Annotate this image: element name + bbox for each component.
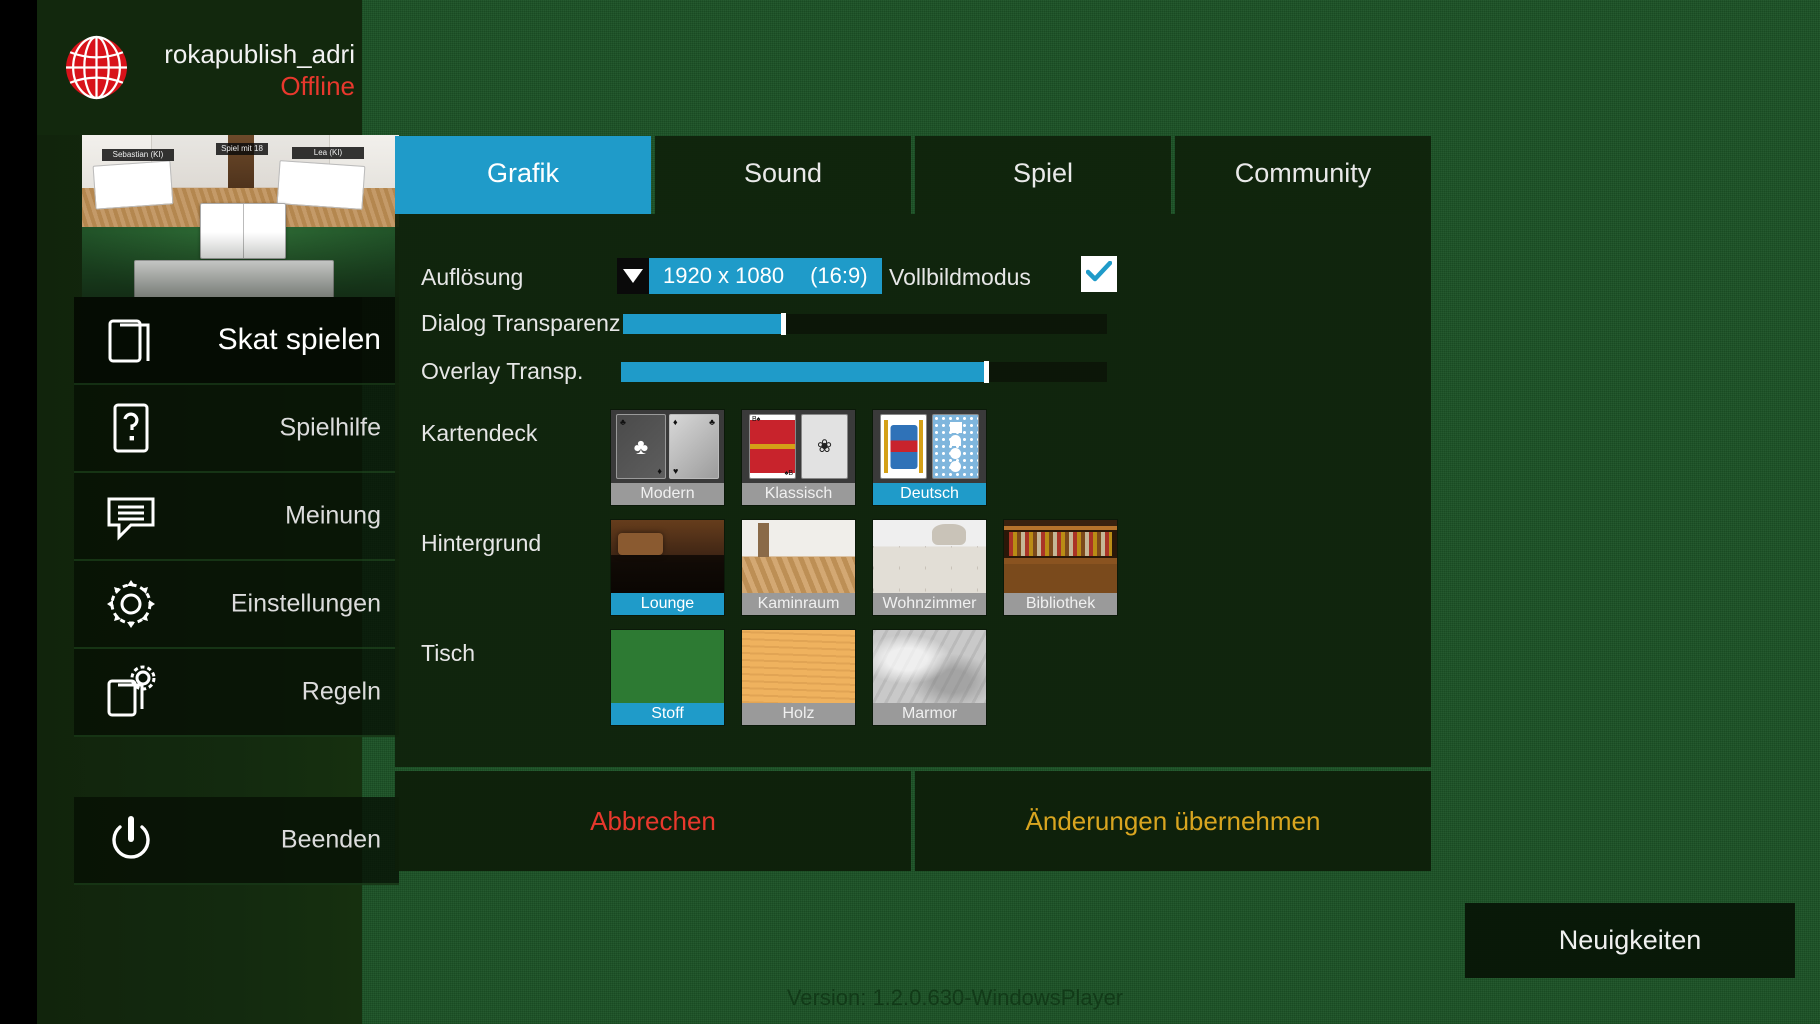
table-option-label: Stoff xyxy=(611,703,724,725)
tisch-label: Tisch xyxy=(421,640,476,666)
deck-thumb-klassisch-art: B♠ ♠B ❀ xyxy=(742,410,855,483)
deck-thumb-deutsch-art xyxy=(873,410,986,483)
checkmark-icon xyxy=(1085,260,1113,288)
tab-label: Spiel xyxy=(1012,158,1074,188)
fullscreen-checkbox[interactable] xyxy=(1081,256,1117,292)
deck-option-label: Modern xyxy=(611,483,724,505)
tab-spiel[interactable]: Spiel xyxy=(915,136,1171,214)
dialog-transparency-row: Dialog Transparenz xyxy=(421,310,1411,344)
globe-icon xyxy=(64,35,129,100)
settings-tabs: Grafik Sound Spiel Community xyxy=(395,136,1431,214)
game-preview-image: Sebastian (KI) Spiel mit 18 Lea (KI) xyxy=(82,135,399,297)
settings-body: Auflösung 1920 x 1080 (16:9) Vollbildmod… xyxy=(395,214,1431,767)
tab-label: Sound xyxy=(743,158,823,188)
sidebar-item-label: Meinung xyxy=(285,501,381,530)
cancel-button[interactable]: Abbrechen xyxy=(395,771,911,871)
left-gutter xyxy=(0,0,37,1024)
speech-bubble-icon xyxy=(102,487,160,545)
background-option-label: Wohnzimmer xyxy=(873,593,986,615)
kartendeck-label: Kartendeck xyxy=(421,420,538,446)
sidebar-item-label: Einstellungen xyxy=(230,589,381,618)
profile-header[interactable]: rokapublish_adri Offline xyxy=(37,0,362,135)
resolution-label: Auflösung xyxy=(421,264,524,290)
settings-panel: Grafik Sound Spiel Community Auflösung 1… xyxy=(395,136,1431,873)
fullscreen-label: Vollbildmodus xyxy=(889,264,1031,290)
question-card-icon xyxy=(102,399,160,457)
sidebar-item-spielhilfe[interactable]: Spielhilfe xyxy=(74,385,399,473)
table-thumb-stoff-art xyxy=(611,630,724,703)
background-option-wohnzimmer[interactable]: Wohnzimmer xyxy=(873,520,986,615)
resolution-value-text: 1920 x 1080 xyxy=(663,263,785,288)
hintergrund-label: Hintergrund xyxy=(421,530,542,556)
news-button[interactable]: Neuigkeiten xyxy=(1465,903,1795,978)
table-option-label: Holz xyxy=(742,703,855,725)
resolution-dropdown[interactable]: 1920 x 1080 (16:9) xyxy=(617,258,882,294)
background-thumb-lounge-art xyxy=(611,520,724,593)
dialog-transparency-slider[interactable] xyxy=(623,313,1107,335)
card-gear-icon xyxy=(102,663,160,721)
deck-option-label: Deutsch xyxy=(873,483,986,505)
resolution-aspect-text: (16:9) xyxy=(810,263,868,288)
resolution-value: 1920 x 1080 (16:9) xyxy=(649,258,882,294)
profile-text: rokapublish_adri Offline xyxy=(137,38,355,102)
background-option-label: Bibliothek xyxy=(1004,593,1117,615)
chevron-down-icon[interactable] xyxy=(617,258,649,294)
sidebar-item-label: Regeln xyxy=(301,677,381,706)
cancel-button-label: Abbrechen xyxy=(590,805,716,836)
sidebar-menu: Skat spielen Spielhilfe Meinung Einstell… xyxy=(74,297,399,885)
tab-label: Grafik xyxy=(486,158,559,188)
background-option-bibliothek[interactable]: Bibliothek xyxy=(1004,520,1117,615)
gear-icon xyxy=(102,575,160,633)
background-option-label: Lounge xyxy=(611,593,724,615)
background-thumb-bibliothek-art xyxy=(1004,520,1117,593)
table-thumb-holz-art xyxy=(742,630,855,703)
deck-option-deutsch[interactable]: Deutsch xyxy=(873,410,986,505)
table-option-marmor[interactable]: Marmor xyxy=(873,630,986,725)
cards-icon xyxy=(102,311,160,369)
tab-sound[interactable]: Sound xyxy=(655,136,911,214)
slider-handle[interactable] xyxy=(780,313,786,335)
tab-grafik[interactable]: Grafik xyxy=(395,136,651,214)
version-text: Version: 1.2.0.630-WindowsPlayer xyxy=(786,985,1124,1010)
profile-name: rokapublish_adri xyxy=(164,39,355,69)
background-thumb-wohnzimmer-art xyxy=(873,520,986,593)
tisch-options: Stoff Holz Marmor xyxy=(611,630,986,725)
sidebar-item-beenden[interactable]: Beenden xyxy=(74,797,399,885)
sidebar-item-label: Skat spielen xyxy=(217,323,381,356)
power-icon xyxy=(102,811,160,869)
hintergrund-options: Lounge Kaminraum Wohnzimmer Bibliothek xyxy=(611,520,1117,615)
settings-footer: Abbrechen Änderungen übernehmen xyxy=(395,771,1431,871)
table-option-stoff[interactable]: Stoff xyxy=(611,630,724,725)
overlay-transparency-row: Overlay Transp. xyxy=(421,358,1411,392)
table-option-label: Marmor xyxy=(873,703,986,725)
overlay-transparency-slider[interactable] xyxy=(621,361,1107,383)
sidebar-item-regeln[interactable]: Regeln xyxy=(74,649,399,737)
sidebar-item-meinung[interactable]: Meinung xyxy=(74,473,399,561)
deck-option-modern[interactable]: ♣ ♦ ♣ ♦ ♣ ♥ Modern xyxy=(611,410,724,505)
background-option-kaminraum[interactable]: Kaminraum xyxy=(742,520,855,615)
tab-community[interactable]: Community xyxy=(1175,136,1431,214)
deck-option-label: Klassisch xyxy=(742,483,855,505)
sidebar-item-label: Spielhilfe xyxy=(279,413,381,442)
resolution-row: Auflösung 1920 x 1080 (16:9) Vollbildmod… xyxy=(421,256,1411,300)
sidebar-item-label: Beenden xyxy=(280,825,381,854)
sidebar-item-skat-spielen[interactable]: Skat spielen xyxy=(74,297,399,385)
deck-option-klassisch[interactable]: B♠ ♠B ❀ Klassisch xyxy=(742,410,855,505)
kartendeck-options: ♣ ♦ ♣ ♦ ♣ ♥ Modern B♠ ♠B ❀ Klassisch Deu… xyxy=(611,410,986,505)
table-option-holz[interactable]: Holz xyxy=(742,630,855,725)
background-option-lounge[interactable]: Lounge xyxy=(611,520,724,615)
news-button-label: Neuigkeiten xyxy=(1558,925,1702,955)
tab-label: Community xyxy=(1234,158,1372,188)
background-option-label: Kaminraum xyxy=(742,593,855,615)
apply-button-label: Änderungen übernehmen xyxy=(1025,805,1321,836)
slider-handle[interactable] xyxy=(983,361,989,383)
background-thumb-kaminraum-art xyxy=(742,520,855,593)
profile-status: Offline xyxy=(280,71,355,101)
sidebar-item-einstellungen[interactable]: Einstellungen xyxy=(74,561,399,649)
deck-thumb-modern-art: ♣ ♦ ♣ ♦ ♣ ♥ xyxy=(611,410,724,483)
table-thumb-marmor-art xyxy=(873,630,986,703)
apply-changes-button[interactable]: Änderungen übernehmen xyxy=(915,771,1431,871)
sidebar: rokapublish_adri Offline Sebastian (KI) … xyxy=(37,0,399,1024)
